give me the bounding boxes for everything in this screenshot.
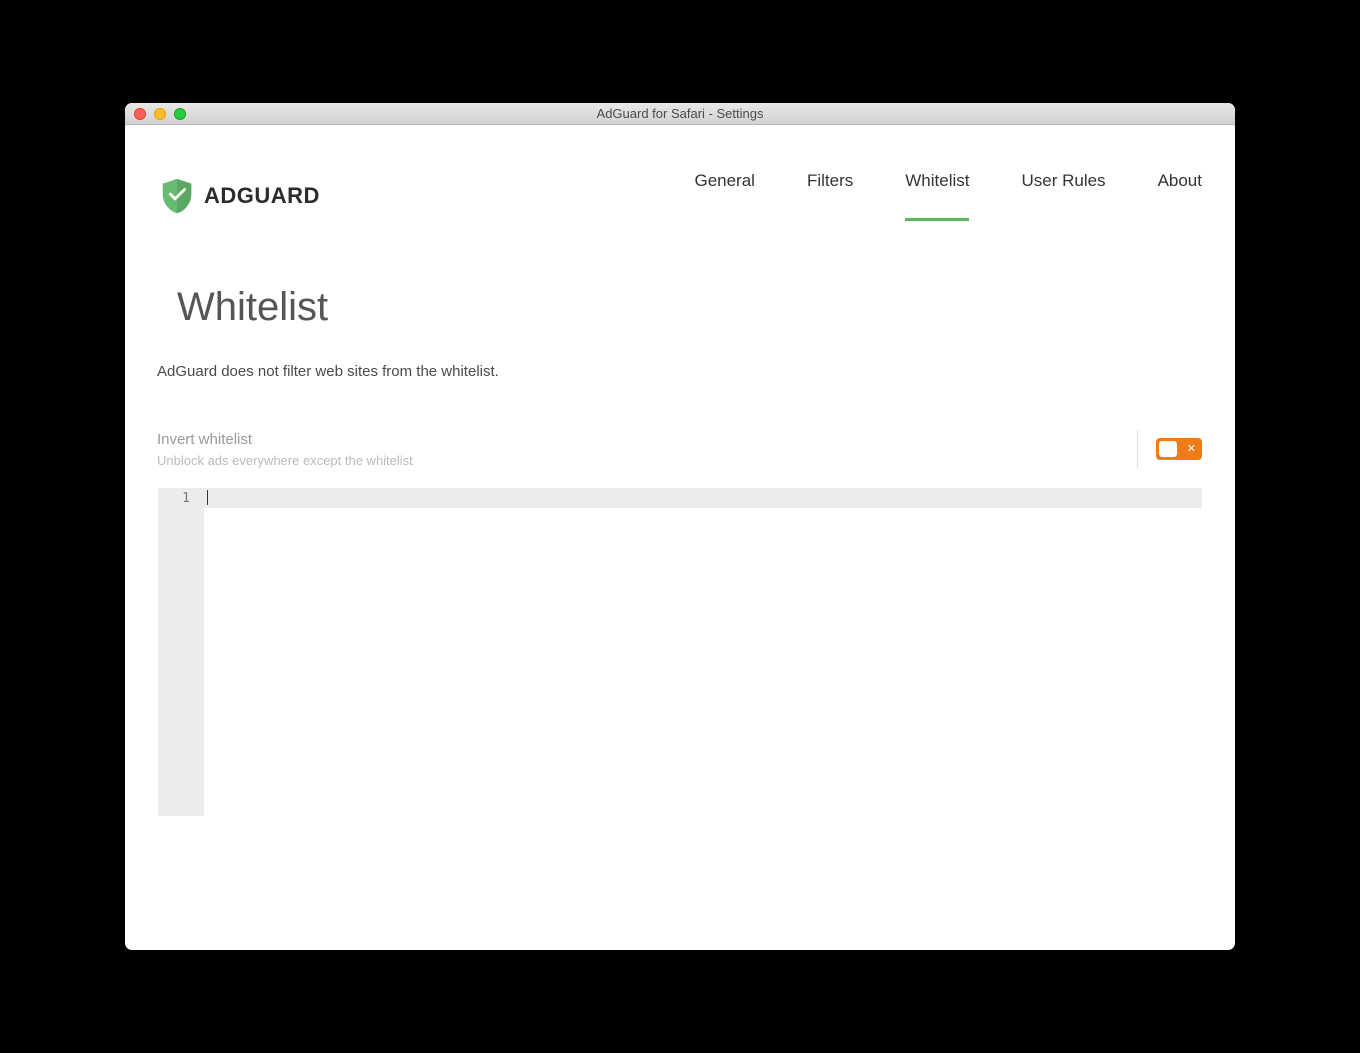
whitelist-editor[interactable]: 1 bbox=[158, 488, 1202, 816]
setting-sublabel: Unblock ads everywhere except the whitel… bbox=[157, 453, 413, 468]
line-gutter: 1 bbox=[158, 488, 204, 816]
tab-filters[interactable]: Filters bbox=[807, 171, 853, 221]
window-title: AdGuard for Safari - Settings bbox=[125, 106, 1235, 121]
x-icon: ✕ bbox=[1187, 444, 1196, 455]
setting-text: Invert whitelist Unblock ads everywhere … bbox=[157, 431, 413, 468]
content: ADGUARD General Filters Whitelist User R… bbox=[125, 125, 1235, 950]
nav: General Filters Whitelist User Rules Abo… bbox=[694, 171, 1202, 221]
divider bbox=[1137, 430, 1138, 468]
invert-whitelist-toggle[interactable]: ✕ bbox=[1156, 438, 1202, 460]
tab-general[interactable]: General bbox=[694, 171, 754, 221]
tab-user-rules[interactable]: User Rules bbox=[1021, 171, 1105, 221]
setting-label: Invert whitelist bbox=[157, 431, 413, 448]
brand-name: ADGUARD bbox=[204, 183, 320, 209]
header: ADGUARD General Filters Whitelist User R… bbox=[125, 125, 1235, 228]
shield-check-icon bbox=[158, 177, 196, 215]
editor-active-line bbox=[204, 488, 1202, 508]
app-window: AdGuard for Safari - Settings ADGUARD Ge… bbox=[125, 103, 1235, 950]
tab-about[interactable]: About bbox=[1158, 171, 1202, 221]
page-description: AdGuard does not filter web sites from t… bbox=[125, 330, 1235, 380]
logo: ADGUARD bbox=[158, 177, 320, 215]
page-title: Whitelist bbox=[125, 228, 1235, 330]
toggle-group: ✕ bbox=[1137, 430, 1202, 468]
tab-whitelist[interactable]: Whitelist bbox=[905, 171, 969, 221]
text-cursor bbox=[207, 490, 208, 505]
line-number: 1 bbox=[158, 490, 204, 508]
toggle-knob bbox=[1159, 441, 1177, 457]
titlebar: AdGuard for Safari - Settings bbox=[125, 103, 1235, 125]
editor-body[interactable] bbox=[204, 488, 1202, 816]
invert-whitelist-row: Invert whitelist Unblock ads everywhere … bbox=[125, 380, 1235, 468]
